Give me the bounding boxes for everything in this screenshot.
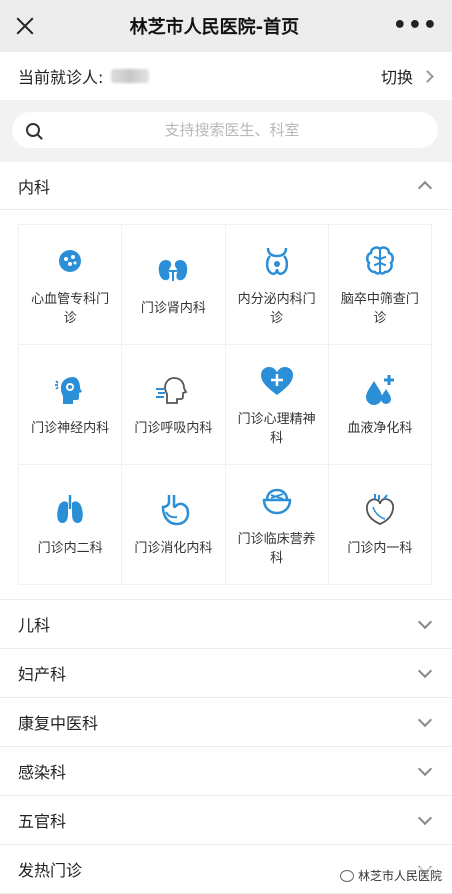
- patient-label: 当前就诊人:: [18, 68, 104, 87]
- department-label: 门诊内一科: [347, 541, 413, 556]
- switch-label: 切换: [380, 68, 413, 87]
- section-header[interactable]: 感染科: [0, 747, 452, 796]
- watermark: 林芝市人民医院: [339, 867, 442, 884]
- chevron-down-icon: [417, 614, 433, 629]
- department-section: 感染科: [0, 747, 452, 796]
- department-item[interactable]: 门诊消化内科: [122, 465, 226, 585]
- search-icon: [26, 123, 40, 137]
- close-icon[interactable]: [14, 15, 36, 37]
- heart-dots-icon: [59, 249, 82, 272]
- department-label: 门诊内二科: [37, 541, 103, 556]
- stomach-icon: [162, 495, 190, 526]
- department-section: 妇产科: [0, 649, 452, 698]
- section-title: 感染科: [18, 763, 67, 782]
- section-title: 内科: [18, 177, 51, 197]
- department-label: 门诊神经内科: [31, 421, 110, 436]
- department-item[interactable]: 门诊内二科: [19, 465, 123, 585]
- department-label: 心血管专科门诊: [31, 291, 110, 326]
- patient-bar: 当前就诊人: 切换: [0, 52, 452, 100]
- page-title: 林芝市人民医院-首页: [129, 17, 300, 38]
- chevron-down-icon: [417, 663, 433, 678]
- chevron-down-icon: [417, 712, 433, 727]
- section-header[interactable]: 内科: [0, 162, 452, 210]
- section-title: 康复中医科: [18, 714, 99, 733]
- head-neuro-icon: [55, 377, 83, 404]
- department-item[interactable]: 门诊神经内科: [19, 345, 123, 465]
- search-bar[interactable]: [12, 112, 438, 148]
- section-title: 儿科: [18, 616, 51, 635]
- section-header[interactable]: 五官科: [0, 796, 452, 845]
- heart-plus-icon: [260, 366, 293, 395]
- department-label: 脑卒中筛查门诊: [340, 291, 419, 326]
- switch-patient-button[interactable]: 切换: [380, 64, 434, 88]
- bowl-icon: [262, 488, 291, 514]
- department-item[interactable]: 门诊临床营养科: [225, 465, 329, 585]
- department-label: 门诊消化内科: [134, 541, 213, 556]
- department-item[interactable]: 脑卒中筛查门诊: [328, 225, 432, 345]
- department-item[interactable]: 门诊心理精神科: [225, 345, 329, 465]
- department-item[interactable]: 门诊内一科: [328, 465, 432, 585]
- wechat-logo-icon: [339, 869, 354, 882]
- department-item[interactable]: 血液净化科: [328, 345, 432, 465]
- chevron-down-icon: [417, 761, 433, 776]
- section-header[interactable]: 康复中医科: [0, 698, 452, 747]
- section-title: 发热门诊: [18, 861, 83, 880]
- chevron-up-icon: [417, 180, 433, 196]
- department-label: 门诊肾内科: [140, 301, 206, 316]
- department-section: 儿科: [0, 600, 452, 649]
- search-input[interactable]: [40, 121, 424, 139]
- head-breath-icon: [156, 377, 188, 404]
- department-item[interactable]: 门诊肾内科: [122, 225, 226, 345]
- department-item[interactable]: 门诊呼吸内科: [122, 345, 226, 465]
- section-title: 妇产科: [18, 665, 67, 684]
- department-section: 五官科: [0, 796, 452, 845]
- patient-name-blurred: [111, 69, 150, 83]
- department-label: 门诊呼吸内科: [134, 421, 213, 436]
- lungs-icon: [57, 495, 83, 523]
- department-label: 内分泌内科门诊: [237, 291, 316, 326]
- department-label: 门诊临床营养科: [237, 531, 316, 566]
- department-item[interactable]: 心血管专科门诊: [19, 225, 123, 345]
- blood-drop-icon: [365, 375, 394, 405]
- section-header[interactable]: 儿科: [0, 600, 452, 649]
- more-icon[interactable]: •••: [393, 15, 438, 37]
- brain-icon: [365, 245, 394, 275]
- watermark-text: 林芝市人民医院: [357, 869, 442, 883]
- department-section: 内科心血管专科门诊 门诊肾内科 内分泌内科门诊 脑卒中筛查门诊门诊神经内科 门诊呼吸内科…: [0, 162, 452, 600]
- department-label: 血液净化科: [347, 421, 413, 436]
- department-label: 门诊心理精神科: [237, 411, 316, 446]
- thyroid-icon: [265, 247, 288, 275]
- department-section: 康复中医科: [0, 698, 452, 747]
- chevron-down-icon: [417, 810, 433, 825]
- department-grid: 心血管专科门诊 门诊肾内科 内分泌内科门诊 脑卒中筛查门诊 门诊神经内科 门诊呼吸内科 门诊…: [18, 224, 432, 585]
- heart-organ-icon: [365, 494, 394, 525]
- kidney-icon: [159, 260, 188, 281]
- section-title: 五官科: [18, 812, 67, 831]
- section-header[interactable]: 妇产科: [0, 649, 452, 698]
- chevron-right-icon: [421, 69, 434, 83]
- title-bar: 林芝市人民医院-首页 •••: [0, 0, 452, 52]
- department-item[interactable]: 内分泌内科门诊: [225, 225, 329, 345]
